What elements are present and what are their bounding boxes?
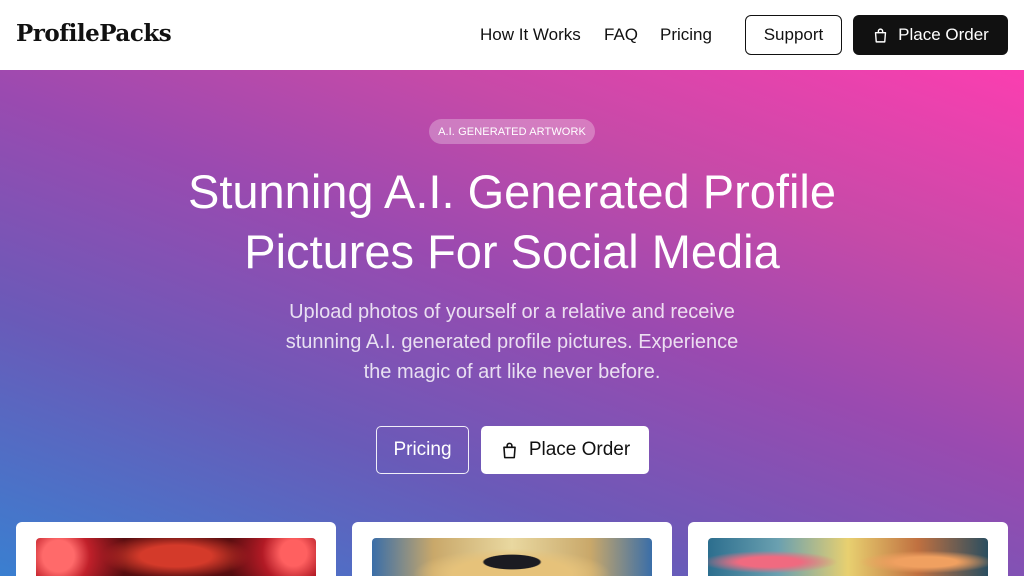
place-order-button-header[interactable]: Place Order	[853, 15, 1008, 55]
place-order-button-hero[interactable]: Place Order	[481, 426, 649, 474]
artwork-image	[36, 538, 316, 576]
nav-faq[interactable]: FAQ	[604, 25, 638, 45]
artwork-card[interactable]	[16, 522, 336, 576]
pricing-button-label: Pricing	[393, 439, 452, 460]
hero-subtitle-line-1: Upload photos of yourself or a relative …	[289, 301, 735, 323]
artwork-image	[708, 538, 988, 576]
hero-badge: A.I. GENERATED ARTWORK	[429, 119, 595, 144]
artwork-card[interactable]	[352, 522, 672, 576]
nav-how-it-works[interactable]: How It Works	[480, 25, 581, 45]
place-order-label: Place Order	[528, 439, 631, 460]
support-button[interactable]: Support	[745, 15, 842, 55]
hero-title-line-2: Pictures For Social Media	[244, 225, 780, 278]
shopping-bag-icon	[872, 27, 889, 44]
place-order-label: Place Order	[898, 25, 989, 44]
shopping-bag-icon	[500, 441, 519, 460]
artwork-image	[372, 538, 652, 576]
support-button-label: Support	[763, 25, 824, 44]
artwork-card[interactable]	[688, 522, 1008, 576]
hero-subtitle: Upload photos of yourself or a relative …	[252, 297, 772, 387]
hero-section: A.I. GENERATED ARTWORK Stunning A.I. Gen…	[0, 70, 1024, 576]
hero-title-line-1: Stunning A.I. Generated Profile	[188, 165, 836, 218]
hero-title: Stunning A.I. Generated Profile Pictures…	[112, 162, 912, 282]
hero-subtitle-line-2: stunning A.I. generated profile pictures…	[285, 331, 739, 353]
site-header: ProfilePacks How It Works FAQ Pricing Su…	[0, 0, 1024, 70]
pricing-button[interactable]: Pricing	[376, 426, 469, 474]
hero-subtitle-line-3: the magic of art like never before.	[363, 361, 661, 383]
site-logo[interactable]: ProfilePacks	[16, 20, 172, 47]
nav-pricing[interactable]: Pricing	[660, 25, 712, 45]
